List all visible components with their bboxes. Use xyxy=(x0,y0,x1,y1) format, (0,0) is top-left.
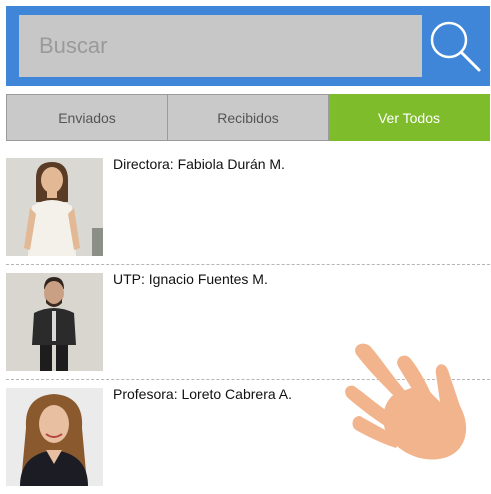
contact-photo xyxy=(6,158,103,256)
tab-ver-todos[interactable]: Ver Todos xyxy=(329,94,490,141)
list-item[interactable]: Directora: Fabiola Durán M. xyxy=(6,150,490,264)
contact-name: Directora: Fabiola Durán M. xyxy=(113,156,285,172)
contact-name: UTP: Ignacio Fuentes M. xyxy=(113,271,268,287)
tab-label: Ver Todos xyxy=(377,109,440,126)
search-bar xyxy=(6,6,490,86)
hand-pointer-icon xyxy=(345,343,467,460)
filter-tabs: Enviados Recibidos Ver Todos xyxy=(6,94,490,141)
search-input[interactable] xyxy=(19,15,422,77)
contact-photo xyxy=(6,273,103,371)
tab-label: Enviados xyxy=(58,109,116,126)
search-button[interactable] xyxy=(422,15,490,77)
tab-recibidos[interactable]: Recibidos xyxy=(168,94,329,141)
tab-enviados[interactable]: Enviados xyxy=(6,94,168,141)
search-icon xyxy=(430,21,481,72)
contact-photo xyxy=(6,388,103,486)
tab-label: Recibidos xyxy=(217,109,279,126)
contact-name: Profesora: Loreto Cabrera A. xyxy=(113,386,292,402)
